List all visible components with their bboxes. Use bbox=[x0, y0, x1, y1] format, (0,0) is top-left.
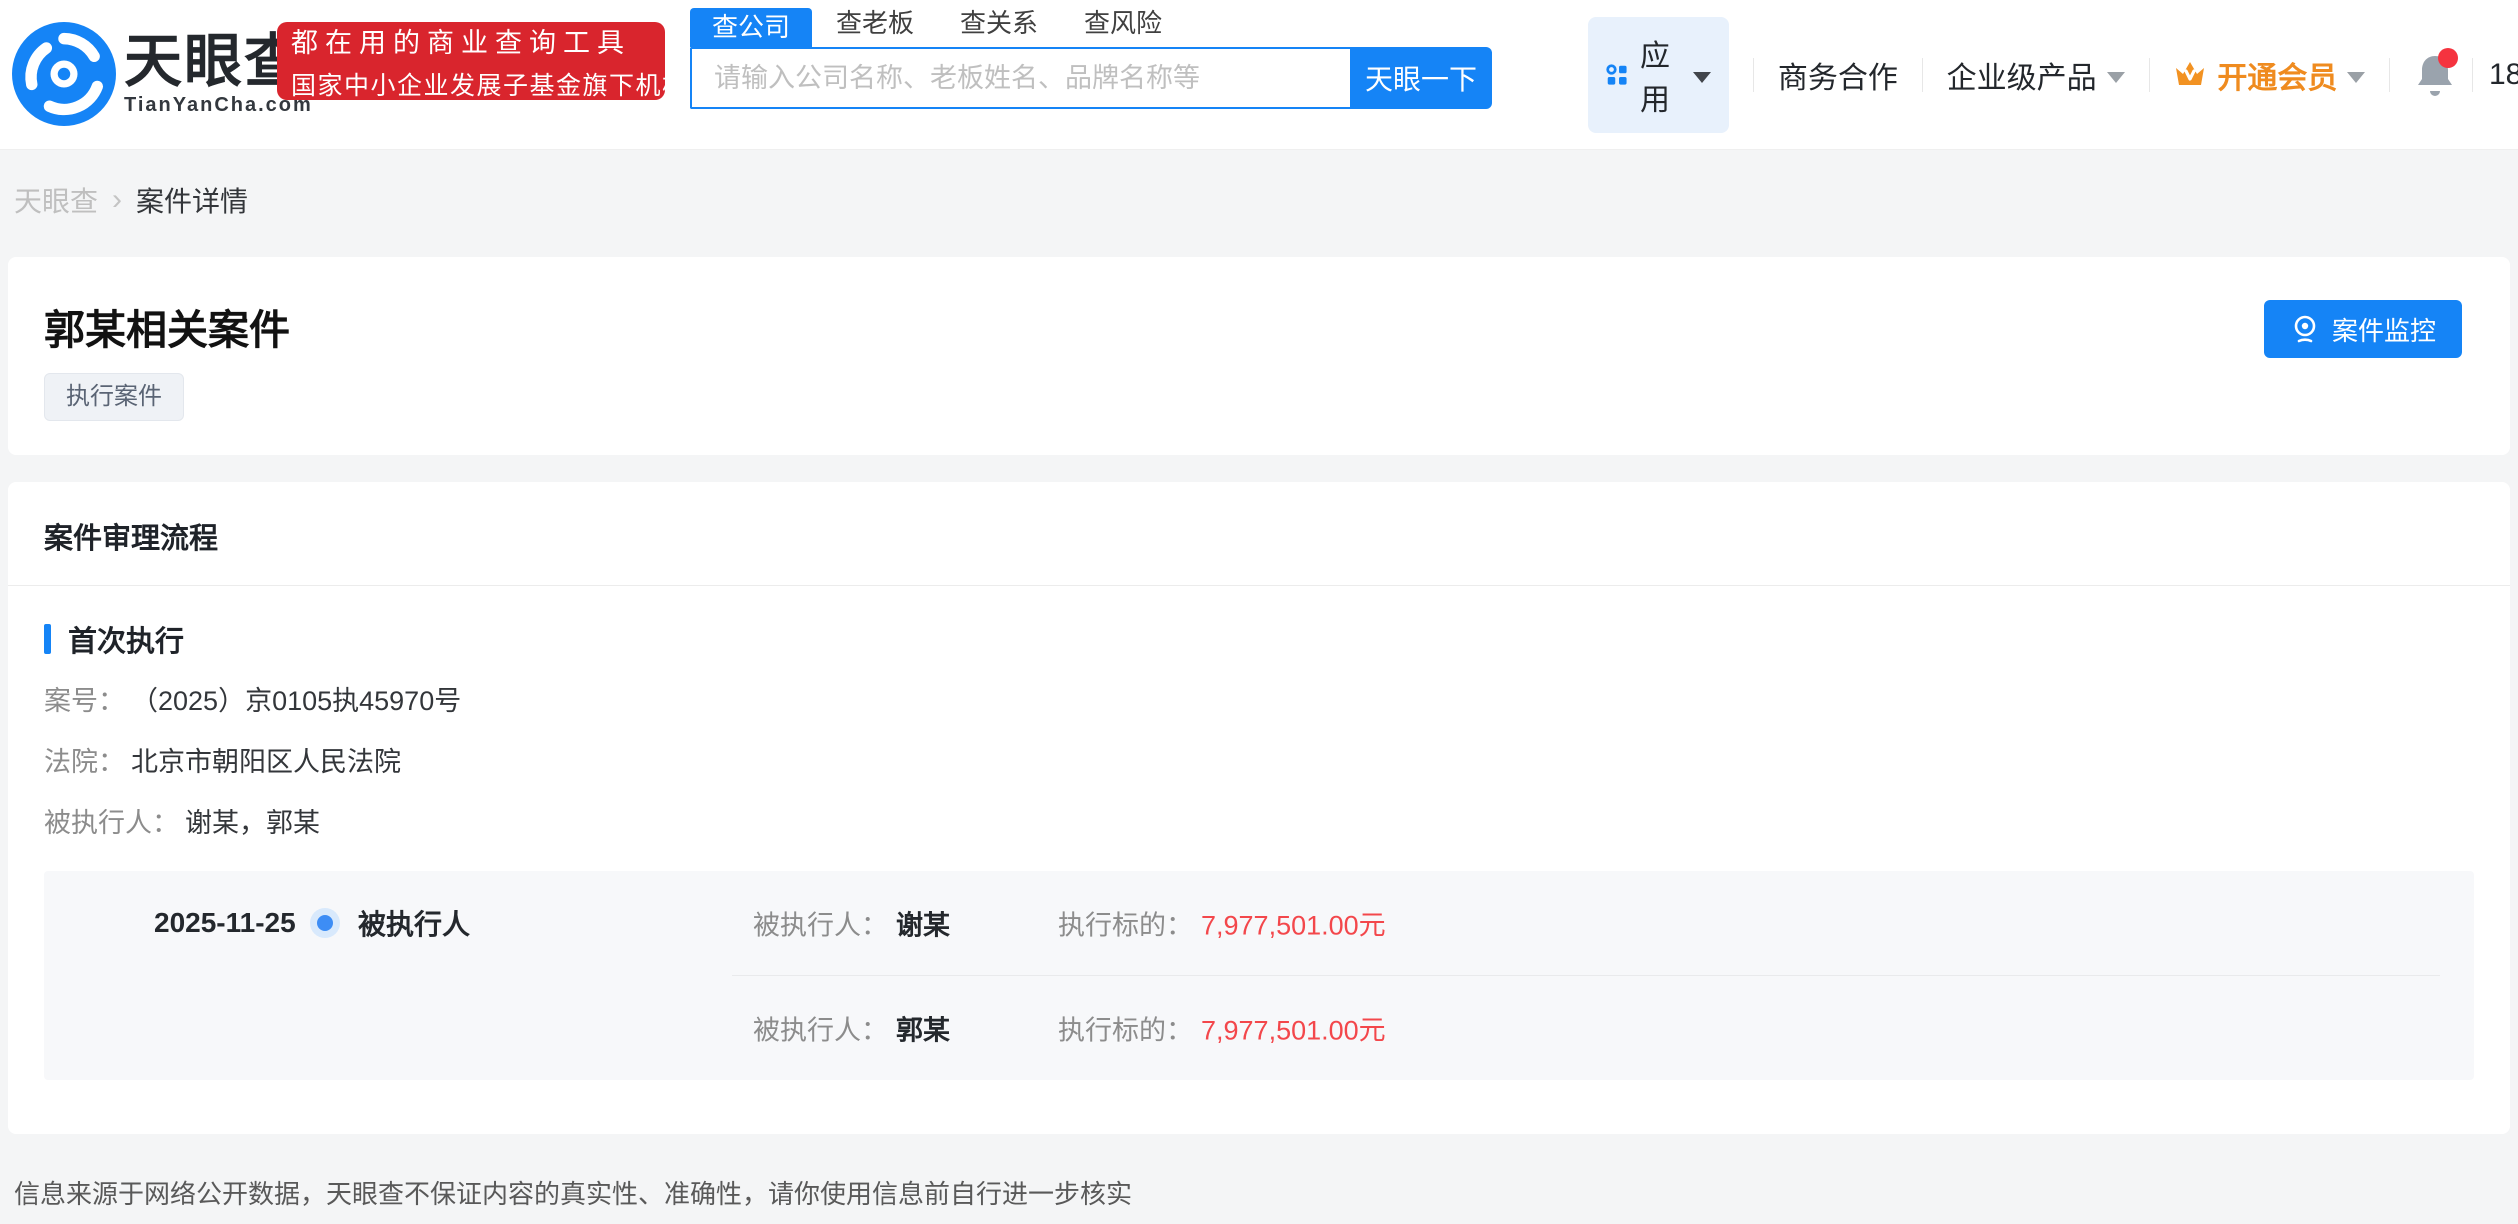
search-module: 查公司 查老板 查关系 查风险 天眼一下 bbox=[690, 8, 1492, 109]
breadcrumb-current: 案件详情 bbox=[136, 180, 248, 220]
chevron-down-icon bbox=[1693, 72, 1711, 83]
tianyancha-logo-icon bbox=[12, 22, 116, 126]
breadcrumb: 天眼查 › 案件详情 bbox=[14, 180, 2518, 220]
apps-menu-label: 应用 bbox=[1640, 31, 1681, 119]
case-monitor-button[interactable]: 案件监控 bbox=[2264, 300, 2462, 358]
breadcrumb-separator-icon: › bbox=[112, 183, 122, 217]
nav-divider bbox=[2472, 58, 2473, 92]
account-phone-label: 186... bbox=[2489, 58, 2518, 92]
top-header: 天眼查 TianYanCha.com 都在用的商业查询工具 国家中小企业发展子基… bbox=[0, 0, 2518, 150]
amount-label: 执行标的： bbox=[1058, 1009, 1193, 1048]
page-title: 郭某相关案件 bbox=[44, 308, 2474, 352]
footer-disclaimer: 信息来源于网络公开数据，天眼查不保证内容的真实性、准确性，请你使用信息前自行进一… bbox=[14, 1174, 2518, 1211]
field-label: 被执行人： bbox=[44, 807, 179, 839]
breadcrumb-home-link[interactable]: 天眼查 bbox=[14, 180, 98, 220]
timeline-date: 2025-11-25 bbox=[154, 907, 296, 939]
timeline-row: 2025-11-25 被执行人 被执行人： 谢某 执行标的： 7,977,501… bbox=[44, 871, 2474, 975]
section-header: 案件审理流程 bbox=[8, 482, 2510, 586]
stage-accent-bar bbox=[44, 624, 51, 654]
field-label: 法院： bbox=[44, 746, 125, 778]
field-value: 谢某，郭某 bbox=[185, 807, 320, 839]
nav-divider bbox=[2149, 58, 2150, 92]
field-label: 案号： bbox=[44, 685, 125, 717]
case-process-card: 案件审理流程 首次执行 案号： （2025）京0105执45970号 法院： 北… bbox=[8, 482, 2510, 1134]
nav-item-business[interactable]: 商务合作 bbox=[1778, 53, 1898, 97]
chevron-down-icon bbox=[2347, 72, 2365, 83]
amount-value: 7,977,501.00元 bbox=[1201, 1009, 1386, 1048]
field-court: 法院： 北京市朝阳区人民法院 bbox=[44, 746, 2474, 778]
field-executed-persons: 被执行人： 谢某，郭某 bbox=[44, 807, 2474, 839]
search-button[interactable]: 天眼一下 bbox=[1350, 47, 1492, 109]
case-title-card: 郭某相关案件 执行案件 案件监控 bbox=[8, 257, 2510, 455]
nav-item-vip-label: 开通会员 bbox=[2217, 53, 2337, 97]
chevron-down-icon bbox=[2107, 72, 2125, 83]
stage-first-execution: 首次执行 案号： （2025）京0105执45970号 法院： 北京市朝阳区人民… bbox=[8, 586, 2510, 1134]
nav-item-enterprise[interactable]: 企业级产品 bbox=[1947, 53, 2125, 97]
amount-value: 7,977,501.00元 bbox=[1201, 904, 1386, 943]
nav-item-enterprise-label: 企业级产品 bbox=[1947, 53, 2097, 97]
header-right-nav: 应用 商务合作 企业级产品 开通会员 18 bbox=[1588, 0, 2518, 150]
search-tab-risk[interactable]: 查风险 bbox=[1084, 3, 1162, 47]
nav-divider bbox=[1753, 58, 1754, 92]
notifications-button[interactable] bbox=[2414, 52, 2456, 98]
field-value: （2025）京0105执45970号 bbox=[131, 685, 461, 717]
search-input[interactable] bbox=[690, 47, 1350, 109]
field-case-number: 案号： （2025）京0105执45970号 bbox=[44, 685, 2474, 717]
timeline-dot-icon bbox=[310, 908, 340, 938]
timeline-event: 被执行人 bbox=[358, 903, 470, 943]
nav-item-vip[interactable]: 开通会员 bbox=[2173, 53, 2365, 97]
tianyancha-logo[interactable]: 天眼查 TianYanCha.com bbox=[12, 22, 313, 126]
case-type-tag: 执行案件 bbox=[44, 373, 184, 421]
timeline-row: 被执行人： 郭某 执行标的： 7,977,501.00元 bbox=[44, 976, 2474, 1080]
search-tab-boss[interactable]: 查老板 bbox=[836, 3, 914, 47]
account-menu[interactable]: 186... bbox=[2489, 58, 2518, 92]
search-tab-company[interactable]: 查公司 bbox=[690, 8, 812, 47]
apps-menu-button[interactable]: 应用 bbox=[1588, 17, 1729, 133]
nav-divider bbox=[1922, 58, 1923, 92]
amount-label: 执行标的： bbox=[1058, 904, 1193, 943]
person-value: 郭某 bbox=[896, 1009, 950, 1048]
promo-line2: 国家中小企业发展子基金旗下机构 bbox=[291, 66, 651, 102]
promo-badge: 都在用的商业查询工具 国家中小企业发展子基金旗下机构 bbox=[277, 22, 665, 100]
search-tabs: 查公司 查老板 查关系 查风险 bbox=[690, 8, 1492, 47]
case-monitor-label: 案件监控 bbox=[2332, 311, 2436, 348]
field-value: 北京市朝阳区人民法院 bbox=[131, 746, 401, 778]
promo-line1: 都在用的商业查询工具 bbox=[291, 21, 651, 60]
person-label: 被执行人： bbox=[753, 904, 888, 943]
monitor-camera-icon bbox=[2290, 314, 2320, 344]
section-title: 案件审理流程 bbox=[44, 523, 218, 555]
crown-icon bbox=[2173, 59, 2207, 91]
apps-grid-icon bbox=[1606, 59, 1628, 91]
search-tab-relation[interactable]: 查关系 bbox=[960, 3, 1038, 47]
person-label: 被执行人： bbox=[753, 1009, 888, 1048]
person-value: 谢某 bbox=[896, 904, 950, 943]
timeline-panel: 2025-11-25 被执行人 被执行人： 谢某 执行标的： 7,977,501… bbox=[44, 871, 2474, 1080]
stage-name: 首次执行 bbox=[68, 618, 184, 660]
nav-divider bbox=[2389, 58, 2390, 92]
